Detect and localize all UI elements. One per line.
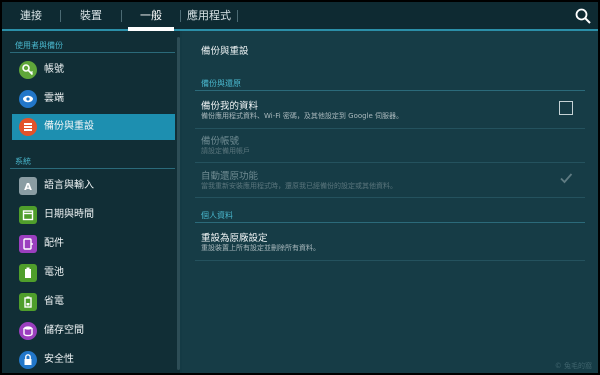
sidebar-item-security[interactable]: 安全性 [12,347,175,373]
sidebar-item-label: 備份與重設 [44,121,94,132]
section-backup-restore: 備份與還原 [201,79,241,88]
row-divider [195,197,585,198]
sidebar-item-label: 帳號 [44,64,64,75]
sidebar-item-label: 語言與輸入 [44,180,94,191]
row-title: 自動還原功能 [201,171,259,182]
tab-applications[interactable]: 應用程式 [181,2,237,29]
row-description: 備份應用程式資料、Wi-Fi 密碼，及其他設定到 Google 伺服器。 [201,112,404,120]
sidebar-section-user-backup: 使用者與備份 [15,41,63,50]
tab-divider [237,10,238,22]
sidebar-item-label: 配件 [44,238,64,249]
sidebar-scrollbar[interactable] [177,37,180,370]
sidebar-item-label: 電池 [44,267,64,278]
sidebar-item-label: 省電 [44,296,64,307]
row-description: 重設裝置上所有設定並刪除所有資料。 [201,244,320,252]
backup-my-data-checkbox[interactable] [559,101,573,115]
auto-restore-checkbox [559,170,573,184]
section-personal-data: 個人資料 [201,211,233,220]
sidebar-item-power-saving[interactable]: 省電 [12,289,175,315]
row-description: 請設定備用帳戶 [201,147,250,155]
settings-detail-panel: 備份與重設 備份與還原 備份我的資料 備份應用程式資料、Wi-Fi 密碼，及其他… [182,31,598,373]
factory-reset-row[interactable]: 重設為原廠設定 重設裝置上所有設定並刪除所有資料。 [195,230,585,256]
row-description: 當我重新安裝應用程式時，還原我已經備份的設定或其他資料。 [201,182,397,190]
sidebar-item-label: 儲存空間 [44,325,84,336]
sidebar-item-battery[interactable]: 電池 [12,260,175,286]
search-icon[interactable] [574,7,592,25]
sidebar-item-cloud[interactable]: 雲端 [12,86,175,112]
storage-icon [19,322,37,340]
backup-my-data-row[interactable]: 備份我的資料 備份應用程式資料、Wi-Fi 密碼，及其他設定到 Google 伺… [195,98,585,124]
sidebar-section-system: 系統 [15,157,31,166]
row-title: 備份帳號 [201,136,240,147]
sidebar-item-backup-reset[interactable]: 備份與重設 [12,114,175,140]
watermark: © 兔毛的窩 [554,362,592,370]
settings-window: 連接 裝置 一般 應用程式 使用者與備份 帳號 雲端 備份與重設 系統 A 語言… [2,2,598,373]
tab-connections[interactable]: 連接 [2,2,60,29]
svg-text:A: A [24,182,32,193]
sidebar-item-label: 日期與時間 [44,209,94,220]
power-saving-icon [19,293,37,311]
backup-icon [19,118,37,136]
sidebar-item-label: 雲端 [44,93,64,104]
lock-icon [19,351,37,369]
row-divider [195,162,585,163]
sidebar-item-storage[interactable]: 儲存空間 [12,318,175,344]
tab-device[interactable]: 裝置 [61,2,121,29]
sidebar-item-accessories[interactable]: 配件 [12,231,175,257]
section-divider [10,52,175,53]
row-divider [195,260,585,261]
backup-account-row: 備份帳號 請設定備用帳戶 [195,133,585,159]
sidebar-item-date-time[interactable]: 日期與時間 [12,202,175,228]
section-divider [195,90,585,91]
calendar-icon [19,206,37,224]
row-divider [195,128,585,129]
page-title: 備份與重設 [201,46,249,57]
sidebar-item-language-input[interactable]: A 語言與輸入 [12,173,175,199]
section-divider [195,222,585,223]
cloud-icon [19,90,37,108]
sidebar-item-label: 安全性 [44,354,74,365]
sidebar-item-accounts[interactable]: 帳號 [12,57,175,83]
tab-general[interactable]: 一般 [122,2,180,31]
language-icon: A [19,177,37,195]
key-icon [19,61,37,79]
accessory-icon [19,235,37,253]
top-tab-bar: 連接 裝置 一般 應用程式 [2,2,598,31]
section-divider [10,168,175,169]
battery-icon [19,264,37,282]
row-title: 重設為原廠設定 [201,233,268,244]
auto-restore-row: 自動還原功能 當我重新安裝應用程式時，還原我已經備份的設定或其他資料。 [195,168,585,194]
row-title: 備份我的資料 [201,101,259,112]
settings-sidebar: 使用者與備份 帳號 雲端 備份與重設 系統 A 語言與輸入 日期與時間 配件 電… [2,31,180,373]
